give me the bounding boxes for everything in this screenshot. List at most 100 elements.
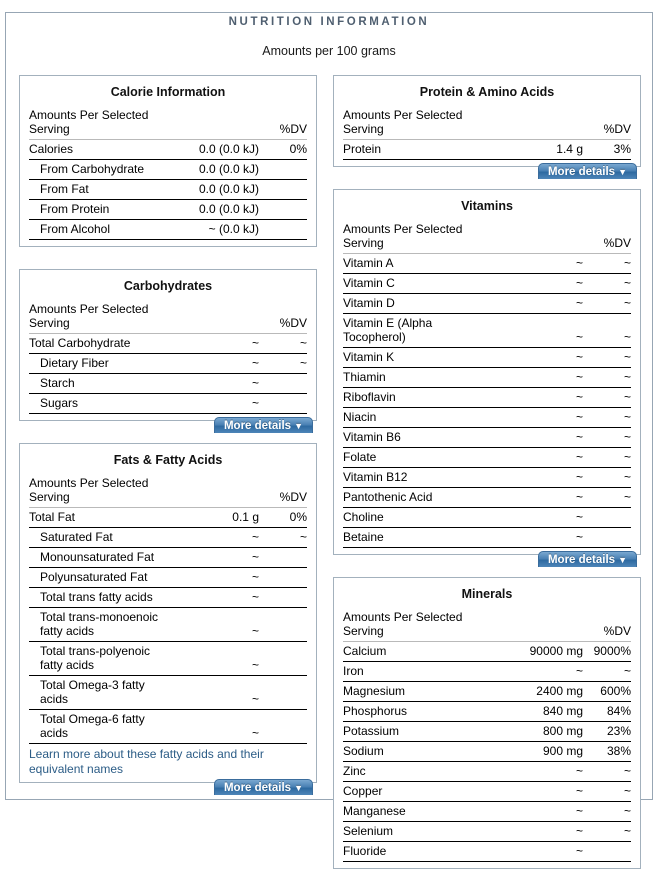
nutrient-label: Protein — [343, 139, 491, 160]
nutrient-dv — [261, 709, 307, 744]
nutrition-information-frame: NUTRITION INFORMATION Amounts per 100 gr… — [5, 12, 653, 869]
nutrient-amount: ~ — [491, 347, 585, 368]
table-row: From Protein 0.0 (0.0 kJ) — [29, 199, 307, 220]
nutrient-amount: 0.0 (0.0 kJ) — [167, 139, 261, 160]
nutrient-dv — [261, 179, 307, 200]
table-row: Thiamin ~ ~ — [343, 367, 631, 388]
nutrient-amount: ~ — [491, 293, 585, 314]
nutrient-amount: ~ — [491, 367, 585, 388]
table-row: Starch ~ — [29, 373, 307, 394]
table-row: Fluoride ~ — [343, 841, 631, 862]
more-details-button-fats[interactable]: More details ▼ — [213, 779, 313, 795]
nutrient-dv: 9000% — [585, 641, 631, 662]
table-row: Calcium 90000 mg 9000% — [343, 641, 631, 662]
nutrient-dv: ~ — [585, 367, 631, 388]
more-details-label: More details — [547, 166, 616, 178]
nutrient-dv: 0% — [261, 139, 307, 160]
nutrient-table: Amounts Per Selected Serving %DV Vitamin A… — [343, 220, 631, 548]
more-details-label: More details — [223, 782, 292, 794]
more-details-button-protein[interactable]: More details ▼ — [537, 163, 637, 179]
panel-minerals: Minerals Amounts Per Selected Serving %DV C… — [333, 577, 641, 869]
nutrient-label: Vitamin K — [343, 347, 491, 368]
nutrient-label: Manganese — [343, 801, 491, 822]
chevron-down-icon: ▼ — [294, 783, 303, 793]
more-details-label: More details — [547, 554, 616, 566]
table-row: Copper ~ ~ — [343, 781, 631, 802]
nutrient-dv: ~ — [261, 527, 307, 548]
nutrient-amount: 900 mg — [491, 741, 585, 762]
nutrient-amount: ~ — [167, 567, 261, 588]
nutrient-amount: 0.1 g — [167, 507, 261, 528]
table-row: Vitamin C ~ ~ — [343, 273, 631, 294]
nutrient-amount: ~ — [491, 273, 585, 294]
table-row: Potassium 800 mg 23% — [343, 721, 631, 742]
table-row: Vitamin E (Alpha Tocopherol) ~ ~ — [343, 313, 631, 348]
table-row: Choline ~ — [343, 507, 631, 528]
panel-title: Minerals — [461, 587, 513, 601]
nutrient-amount: ~ — [491, 661, 585, 682]
nutrient-label: From Fat — [29, 179, 167, 200]
more-details-button-carbohydrates[interactable]: More details ▼ — [213, 417, 313, 433]
nutrient-amount: ~ — [491, 841, 585, 862]
nutrient-amount: ~ — [491, 507, 585, 528]
nutrient-dv: ~ — [585, 427, 631, 448]
left-column: Calorie Information Amounts Per Selected … — [19, 75, 317, 795]
nutrient-dv — [261, 675, 307, 710]
nutrient-amount: ~ — [491, 427, 585, 448]
nutrient-dv: 84% — [585, 701, 631, 722]
panel-body: Vitamins Amounts Per Selected Serving %DV V… — [333, 189, 641, 555]
table-row: Sodium 900 mg 38% — [343, 741, 631, 762]
amount-header — [167, 474, 261, 508]
nutrient-label: Potassium — [343, 721, 491, 742]
fatty-acids-learn-more-link[interactable]: Learn more about these fatty acids and t… — [29, 744, 307, 776]
panel-calorie-information: Calorie Information Amounts Per Selected … — [19, 75, 317, 247]
table-row: Selenium ~ ~ — [343, 821, 631, 842]
right-column: Protein & Amino Acids Amounts Per Selecte… — [333, 75, 641, 875]
nutrient-label: Total trans-polyenoic fatty acids — [29, 641, 167, 676]
nutrient-label: Folate — [343, 447, 491, 468]
nutrient-dv — [585, 507, 631, 528]
nutrient-label: Iron — [343, 661, 491, 682]
nutrient-amount: ~ — [491, 487, 585, 508]
table-row: Vitamin B12 ~ ~ — [343, 467, 631, 488]
nutrient-dv: ~ — [585, 801, 631, 822]
nutrient-table: Amounts Per Selected Serving %DV Total Fat… — [29, 474, 307, 744]
more-details-button-vitamins[interactable]: More details ▼ — [537, 551, 637, 567]
nutrient-amount: ~ — [491, 253, 585, 274]
nutrient-amount: ~ — [167, 393, 261, 414]
nutrient-dv: ~ — [585, 781, 631, 802]
nutrient-dv: ~ — [585, 447, 631, 468]
nutrient-amount: 0.0 (0.0 kJ) — [167, 199, 261, 220]
table-row: Vitamin D ~ ~ — [343, 293, 631, 314]
nutrient-dv — [585, 841, 631, 862]
nutrient-label: Vitamin B6 — [343, 427, 491, 448]
panel-body: Carbohydrates Amounts Per Selected Servin… — [19, 269, 317, 421]
nutrient-amount: ~ — [491, 801, 585, 822]
nutrient-table: Amounts Per Selected Serving %DV Protein 1.… — [343, 106, 631, 160]
table-header-row: Amounts Per Selected Serving %DV — [29, 106, 307, 140]
nutrient-amount: ~ — [491, 527, 585, 548]
nutrient-label: Phosphorus — [343, 701, 491, 722]
panel-title: Fats & Fatty Acids — [113, 453, 223, 467]
nutrient-dv — [261, 219, 307, 240]
panel-vitamins: Vitamins Amounts Per Selected Serving %DV V… — [333, 189, 641, 567]
nutrient-amount: 840 mg — [491, 701, 585, 722]
nutrient-label: Betaine — [343, 527, 491, 548]
nutrient-label: Saturated Fat — [29, 527, 167, 548]
table-row: Pantothenic Acid ~ ~ — [343, 487, 631, 508]
nutrient-amount: ~ — [167, 587, 261, 608]
nutrient-label: Magnesium — [343, 681, 491, 702]
nutrient-dv: ~ — [585, 407, 631, 428]
nutrient-label: Total Omega-6 fatty acids — [29, 709, 167, 744]
nutrient-amount: 0.0 (0.0 kJ) — [167, 159, 261, 180]
nutrient-label: Total trans-monoenoic fatty acids — [29, 607, 167, 642]
nutrient-table: Amounts Per Selected Serving %DV Calcium 90… — [343, 608, 631, 862]
panel-body: Minerals Amounts Per Selected Serving %DV C… — [333, 577, 641, 869]
panel-fats-fatty-acids: Fats & Fatty Acids Amounts Per Selected S… — [19, 443, 317, 795]
table-row: From Fat 0.0 (0.0 kJ) — [29, 179, 307, 200]
nutrient-amount: 0.0 (0.0 kJ) — [167, 179, 261, 200]
dv-header: %DV — [261, 474, 307, 508]
table-row: Total trans-polyenoic fatty acids ~ — [29, 641, 307, 676]
serving-header: Amounts Per Selected Serving — [29, 474, 167, 508]
